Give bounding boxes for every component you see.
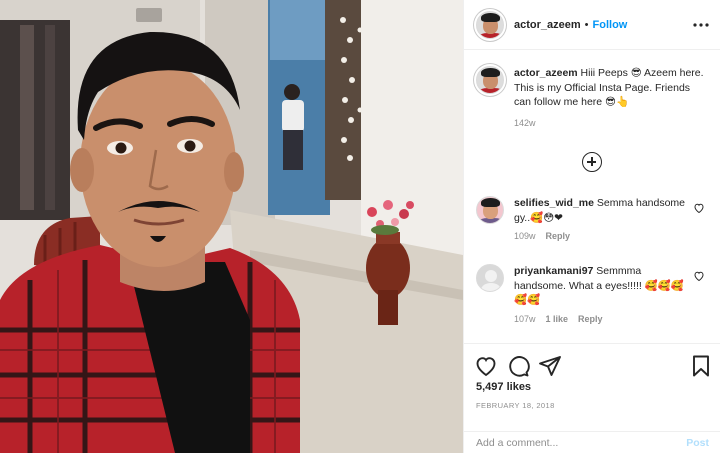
caption-avatar[interactable] — [476, 66, 504, 94]
post-side-panel: actor_azeem • Follow actor_azeem Hiii Pe… — [463, 0, 720, 453]
instagram-post: actor_azeem • Follow actor_azeem Hiii Pe… — [0, 0, 720, 453]
comment-item: priyankamani97 Semmma handsome. What a e… — [476, 264, 709, 324]
bookmark-icon[interactable] — [689, 354, 713, 378]
follow-button[interactable]: Follow — [593, 19, 628, 31]
author-username[interactable]: actor_azeem — [514, 19, 581, 31]
post-actions: 5,497 likes FEBRUARY 18, 2018 Post — [464, 343, 720, 453]
load-more-icon[interactable] — [582, 152, 602, 172]
comment-text: priyankamani97 Semmma handsome. What a e… — [514, 264, 694, 308]
post-photo[interactable] — [0, 0, 463, 453]
add-comment-bar: Post — [464, 431, 720, 453]
caption-time[interactable]: 142w — [514, 118, 709, 128]
commenter-avatar[interactable] — [476, 264, 504, 292]
heart-icon[interactable] — [474, 354, 498, 378]
commenter-avatar[interactable] — [476, 196, 504, 224]
comment-like-count[interactable]: 1 like — [546, 314, 569, 324]
comment-item: selifies_wid_me Semma handsome gy..🥰😳❤ 1… — [476, 196, 709, 241]
comment-time[interactable]: 109w — [514, 231, 536, 241]
post-caption: actor_azeem Hiii Peeps 😎 Azeem here. Thi… — [476, 66, 709, 128]
comment-input[interactable] — [476, 437, 687, 449]
more-options-icon[interactable] — [693, 15, 709, 31]
selfie-image — [0, 0, 463, 453]
comment-like-heart-icon[interactable] — [693, 270, 705, 282]
caption-username[interactable]: actor_azeem — [514, 67, 578, 79]
comment-username[interactable]: selifies_wid_me — [514, 197, 594, 209]
caption-text: actor_azeem Hiii Peeps 😎 Azeem here. Thi… — [514, 66, 709, 110]
comment-text: selifies_wid_me Semma handsome gy..🥰😳❤ — [514, 196, 694, 225]
comment-like-heart-icon[interactable] — [693, 202, 705, 214]
post-header: actor_azeem • Follow — [464, 0, 720, 50]
reply-button[interactable]: Reply — [546, 231, 571, 241]
comment-username[interactable]: priyankamani97 — [514, 265, 593, 277]
share-icon[interactable] — [538, 354, 562, 378]
comment-icon[interactable] — [506, 354, 530, 378]
likes-count[interactable]: 5,497 likes — [476, 381, 531, 393]
post-date[interactable]: FEBRUARY 18, 2018 — [476, 401, 555, 410]
separator-dot: • — [584, 18, 589, 31]
reply-button[interactable]: Reply — [578, 314, 603, 324]
comment-time[interactable]: 107w — [514, 314, 536, 324]
post-comment-button[interactable]: Post — [686, 437, 709, 449]
author-avatar[interactable] — [476, 10, 504, 39]
